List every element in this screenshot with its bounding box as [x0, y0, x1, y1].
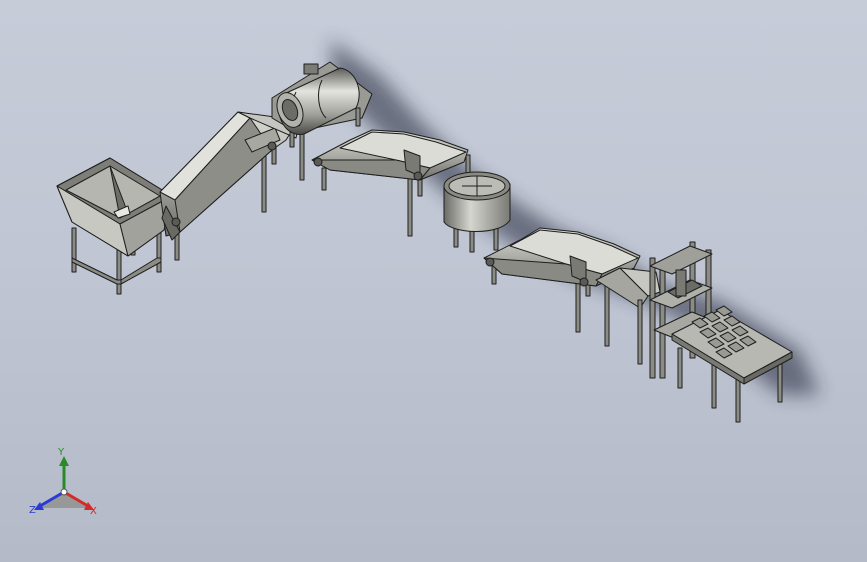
mixing-tank[interactable]: [443, 171, 511, 253]
coordinate-triad: Y X Z: [26, 448, 106, 524]
graphics-viewport[interactable]: Y X Z: [0, 0, 867, 562]
assembly-model[interactable]: [0, 0, 867, 562]
z-axis-label: Z: [29, 505, 36, 516]
x-axis-label: X: [90, 506, 97, 517]
feed-hopper[interactable]: [56, 157, 173, 295]
inclined-conveyor[interactable]: [159, 111, 305, 261]
y-axis-label: Y: [58, 447, 65, 458]
